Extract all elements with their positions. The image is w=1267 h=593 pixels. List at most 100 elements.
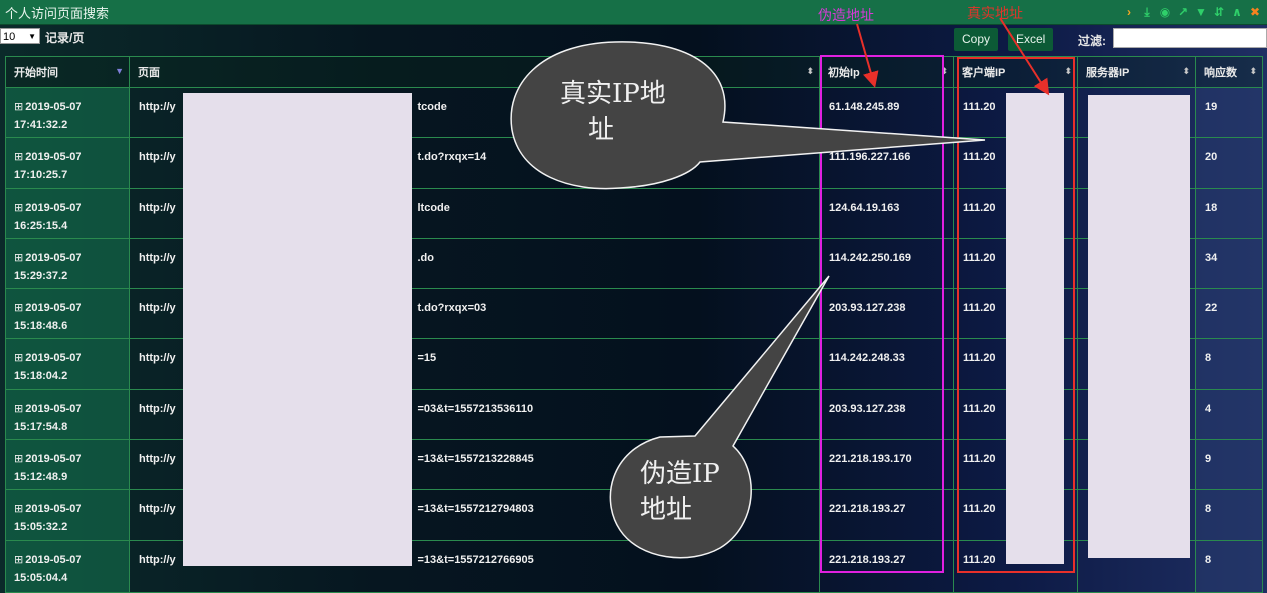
cell-start-time: ⊞ 2019-05-07 15:29:37.2 [5,237,130,290]
cell-date: 2019-05-07 [25,553,82,566]
cell-time: 15:18:04.2 [14,370,68,383]
filter-label: 过滤: [1078,34,1106,48]
cell-response-count: 34 [1195,237,1263,290]
page-url-suffix: =13&t=1557213228845 [417,453,534,466]
cell-time: 15:17:54.8 [14,420,68,433]
cell-response-count: 8 [1195,489,1263,541]
close-icon[interactable]: ✖ [1249,4,1261,20]
annotation-fake-address-label: 伪造地址 [818,8,874,24]
cell-start-time: ⊞ 2019-05-07 15:18:48.6 [5,288,130,340]
redaction-block-server-ip [1088,95,1190,558]
header-label: 响应数 [1204,67,1237,79]
chevron-right-icon[interactable]: › [1123,4,1135,20]
cell-response-count: 4 [1195,388,1263,441]
sort-icon: ⬍ [806,66,814,76]
cell-start-time: ⊞ 2019-05-07 16:25:15.4 [5,187,130,239]
cell-response-count: 20 [1195,137,1263,189]
cell-start-time: ⊞ 2019-05-07 15:12:48.9 [5,439,130,491]
cell-time: 15:18:48.6 [14,320,68,333]
expand-row-icon[interactable]: ⊞ [14,302,23,314]
cell-time: 15:05:32.2 [14,521,68,534]
filter-input[interactable] [1113,28,1267,48]
page-url-prefix: http://y [139,151,176,164]
page-url-suffix: tcode [417,101,447,113]
page-url-prefix: http://y [139,101,176,113]
expand-row-icon[interactable]: ⊞ [14,101,23,113]
page-url-suffix: =15 [417,352,437,365]
expand-row-icon[interactable]: ⊞ [14,453,23,465]
cell-date: 2019-05-07 [25,453,82,466]
cell-time: 15:05:04.4 [14,571,68,584]
cell-time: 17:10:25.7 [14,169,68,182]
window-titlebar: 个人访问页面搜索 › ⤓ ◉ ↗ ▼ ⇵ ∧ ✖ [0,0,1267,25]
column-header-page[interactable]: 页面 ⬍ [129,56,820,88]
page-url-suffix: =03&t=1557213536110 [417,402,534,415]
page-url-suffix: ltcode [417,201,450,214]
header-label: 开始时间 [14,67,58,79]
callout-text-fake-ip: 伪造IP 地址 [640,456,720,528]
page-url-prefix: http://y [139,352,176,365]
page-size-label: 记录/页 [45,31,85,45]
dropdown-arrow-icon: ▼ [28,32,36,41]
page-url-prefix: http://y [139,201,176,214]
cell-response-count: 8 [1195,539,1263,593]
page-url-prefix: http://y [139,503,176,516]
cell-response-count: 9 [1195,439,1263,491]
sort-icon[interactable]: ⇵ [1213,4,1225,20]
cell-response-count: 18 [1195,187,1263,239]
cell-start-time: ⊞ 2019-05-07 17:41:32.2 [5,86,130,139]
expand-row-icon[interactable]: ⊞ [14,503,23,515]
eye-icon[interactable]: ◉ [1159,4,1171,20]
sort-icon: ⬍ [1249,66,1257,76]
column-header-server-ip[interactable]: 服务器IP ⬍ [1077,56,1196,88]
copy-button[interactable]: Copy [954,28,999,51]
cell-start-time: ⊞ 2019-05-07 15:17:54.8 [5,388,130,441]
download-icon[interactable]: ⤓ [1141,4,1153,20]
cell-date: 2019-05-07 [25,402,82,415]
cell-date: 2019-05-07 [25,503,82,516]
expand-row-icon[interactable]: ⊞ [14,202,23,214]
page-url-prefix: http://y [139,453,176,466]
page-url-prefix: http://y [139,302,176,315]
header-label: 页面 [138,67,160,79]
callout-text-real-ip: 真实IP地 址 [560,76,666,148]
cell-start-time: ⊞ 2019-05-07 15:05:32.2 [5,489,130,541]
column-header-response-count[interactable]: 响应数 ⬍ [1195,56,1263,88]
page-size-select[interactable]: 10 ▼ [0,28,40,44]
window-title: 个人访问页面搜索 [5,5,110,21]
page-url-prefix: http://y [139,402,176,415]
page-url-suffix: t.do?rxqx=14 [417,151,487,164]
page-url-suffix: .do [417,251,435,264]
excel-button[interactable]: Excel [1008,28,1054,51]
cell-start-time: ⊞ 2019-05-07 15:18:04.2 [5,338,130,390]
callout-line: 真实IP地 [560,79,666,109]
expand-row-icon[interactable]: ⊞ [14,151,23,163]
expand-row-icon[interactable]: ⊞ [14,403,23,415]
line-chart-icon[interactable]: ↗ [1177,4,1189,20]
cell-time: 15:12:48.9 [14,471,68,484]
cell-date: 2019-05-07 [25,302,82,315]
filter-icon[interactable]: ▼ [1195,4,1207,20]
expand-row-icon[interactable]: ⊞ [14,252,23,264]
expand-row-icon[interactable]: ⊞ [14,352,23,364]
cell-date: 2019-05-07 [25,151,82,164]
page-url-suffix: =13&t=1557212766905 [417,553,534,566]
table-toolbar: 10 ▼ 记录/页 Copy Excel 过滤: [0,26,1267,52]
column-header-start-time[interactable]: 开始时间 ▼ [5,56,130,88]
sort-icon: ⬍ [1182,66,1190,76]
page-url-suffix: =13&t=1557212794803 [417,503,534,516]
page-url-prefix: http://y [139,553,176,566]
expand-row-icon[interactable]: ⊞ [14,554,23,566]
cell-time: 15:29:37.2 [14,269,68,282]
collapse-icon[interactable]: ∧ [1231,4,1243,20]
annotation-real-address-label: 真实地址 [967,6,1023,22]
cell-date: 2019-05-07 [25,251,82,264]
redaction-block-page [183,93,412,566]
callout-line: 地址 [640,495,693,525]
page-size-value: 10 [3,31,16,43]
sort-desc-icon: ▼ [115,66,124,76]
callout-line: 址 [588,115,615,145]
cell-start-time: ⊞ 2019-05-07 15:05:04.4 [5,539,130,593]
highlight-client-ip-column [957,57,1075,573]
header-label: 服务器IP [1086,67,1130,79]
